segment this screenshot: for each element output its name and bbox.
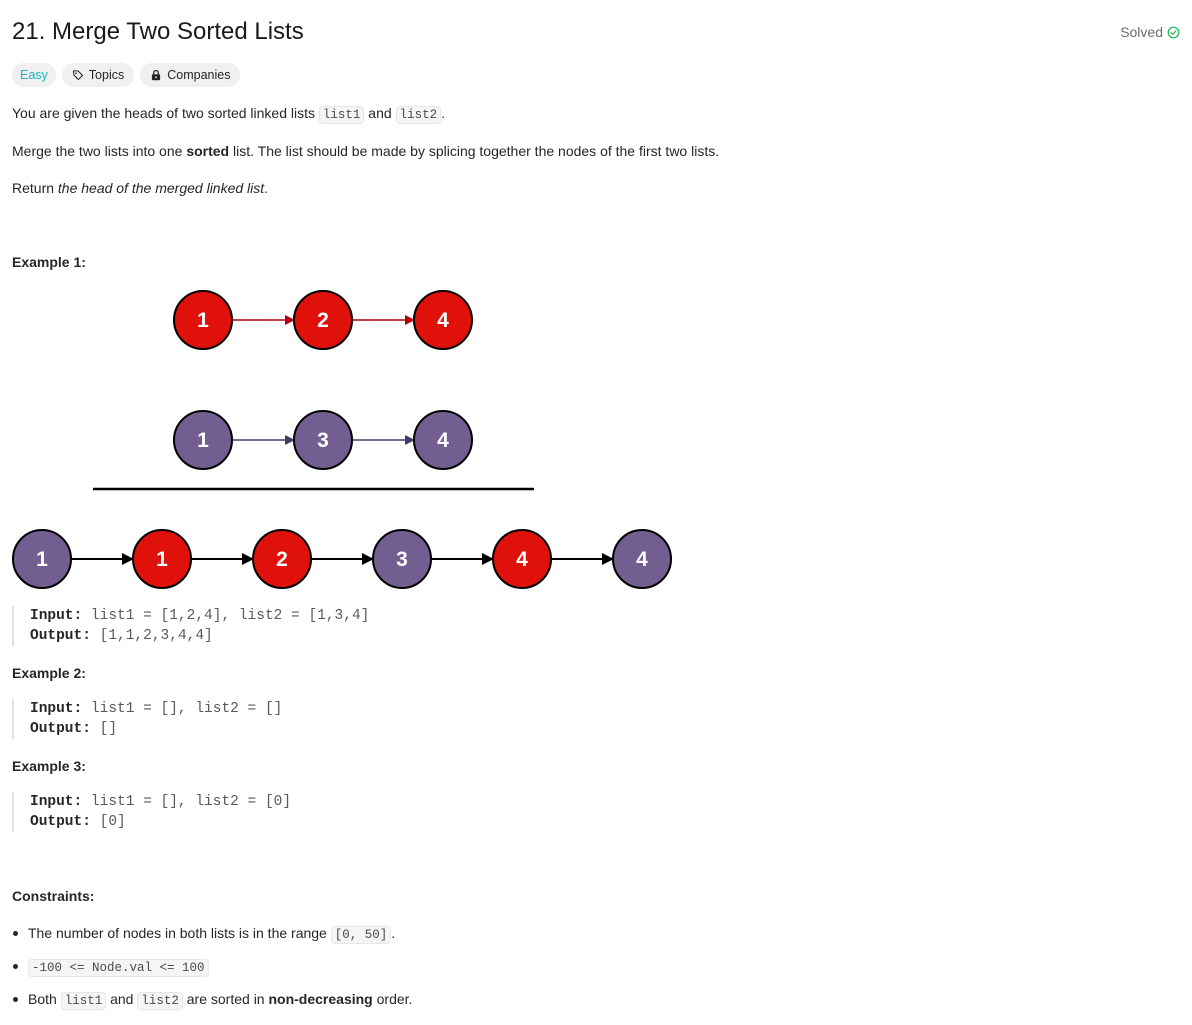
description-paragraph-3: Return the head of the merged linked lis…	[12, 180, 268, 196]
inline-code: list1	[60, 992, 107, 1010]
text: .	[441, 105, 445, 121]
topics-label: Topics	[88, 68, 125, 82]
output-label: Output:	[30, 814, 91, 830]
text: and	[364, 105, 396, 121]
inline-code: list2	[137, 992, 183, 1010]
input-label: Input:	[30, 608, 83, 624]
constraint-item: The number of nodes in both lists is in …	[12, 920, 412, 953]
description-paragraph-1: You are given the heads of two sorted li…	[12, 105, 445, 124]
text: Merge the two lists into one	[12, 143, 187, 159]
example-1-input-line: Input: list1 = [1,2,4], list2 = [1,3,4]	[30, 606, 369, 626]
text: Both	[28, 991, 61, 1007]
node-value: 4	[437, 429, 449, 452]
node-value: 2	[276, 548, 288, 571]
input-value: list1 = [1,2,4], list2 = [1,3,4]	[90, 608, 370, 624]
example-2-io: Input: list1 = [], list2 = [] Output: []	[12, 699, 282, 739]
text: list. The list should be made by splicin…	[229, 143, 720, 159]
node-value: 1	[156, 548, 168, 571]
output-value: [0]	[99, 814, 126, 830]
text: Return	[12, 180, 58, 196]
italic-text: the head of the merged linked list	[57, 180, 265, 196]
output-value: []	[99, 721, 118, 737]
text: You are given the heads of two sorted li…	[12, 105, 319, 121]
bold-text: non-decreasing	[268, 991, 373, 1007]
node-value: 1	[197, 309, 209, 332]
node-value: 1	[36, 548, 48, 571]
output-value: [1,1,2,3,4,4]	[99, 628, 213, 644]
text: and	[106, 991, 138, 1007]
example-2-output-line: Output: []	[30, 719, 282, 739]
example-1-output-line: Output: [1,1,2,3,4,4]	[30, 626, 369, 646]
node-value: 3	[317, 429, 329, 452]
constraints-list: The number of nodes in both lists is in …	[12, 920, 412, 1019]
text: The number of nodes in both lists is in …	[28, 925, 331, 941]
solved-label: Solved	[1120, 24, 1163, 40]
inline-code: list2	[395, 106, 442, 124]
example-3-io: Input: list1 = [], list2 = [0] Output: […	[12, 792, 291, 832]
example-3-title: Example 3:	[12, 758, 86, 774]
bold-text: sorted	[186, 143, 230, 159]
tag-icon	[72, 70, 83, 81]
constraints-title: Constraints:	[12, 888, 95, 904]
lock-icon	[152, 69, 161, 81]
inline-code: -100 <= Node.val <= 100	[28, 959, 209, 977]
example-1-io: Input: list1 = [1,2,4], list2 = [1,3,4] …	[12, 606, 369, 646]
output-label: Output:	[30, 721, 91, 737]
example-3-output-line: Output: [0]	[30, 812, 291, 832]
text: order.	[372, 991, 413, 1007]
node-value: 3	[396, 548, 408, 571]
merge-lists-diagram: 1 2 4 1 3 4 1 1 2 3 4 4	[12, 290, 672, 589]
constraint-item: -100 <= Node.val <= 100	[12, 953, 412, 986]
difficulty-label: Easy	[20, 68, 48, 82]
example-3-input-line: Input: list1 = [], list2 = [0]	[30, 792, 291, 812]
output-label: Output:	[30, 628, 91, 644]
description-paragraph-2: Merge the two lists into one sorted list…	[12, 143, 719, 159]
node-value: 4	[636, 548, 648, 571]
inline-code: [0, 50]	[330, 926, 392, 944]
tag-bar: Easy Topics Companies	[12, 63, 241, 87]
constraint-item: Both list1 and list2 are sorted in non-d…	[12, 986, 412, 1019]
text: .	[391, 925, 396, 941]
example-2-title: Example 2:	[12, 665, 86, 681]
text: .	[264, 180, 269, 196]
example-2-input-line: Input: list1 = [], list2 = []	[30, 699, 282, 719]
input-value: list1 = [], list2 = [0]	[90, 794, 292, 810]
input-label: Input:	[30, 701, 83, 717]
text: are sorted in	[182, 991, 269, 1007]
inline-code: list1	[318, 106, 365, 124]
solved-status: Solved	[1120, 24, 1180, 40]
example-1-title: Example 1:	[12, 254, 86, 270]
problem-title: 21. Merge Two Sorted Lists	[12, 18, 304, 45]
companies-label: Companies	[167, 68, 231, 82]
input-label: Input:	[30, 794, 83, 810]
checkmark-circle-icon	[1167, 26, 1180, 38]
node-value: 4	[516, 548, 528, 571]
node-value: 4	[437, 309, 449, 332]
node-value: 1	[197, 429, 209, 452]
difficulty-badge: Easy	[12, 63, 56, 87]
input-value: list1 = [], list2 = []	[90, 701, 283, 717]
topics-button[interactable]: Topics	[61, 63, 135, 87]
node-value: 2	[317, 309, 329, 332]
companies-button[interactable]: Companies	[140, 63, 241, 87]
